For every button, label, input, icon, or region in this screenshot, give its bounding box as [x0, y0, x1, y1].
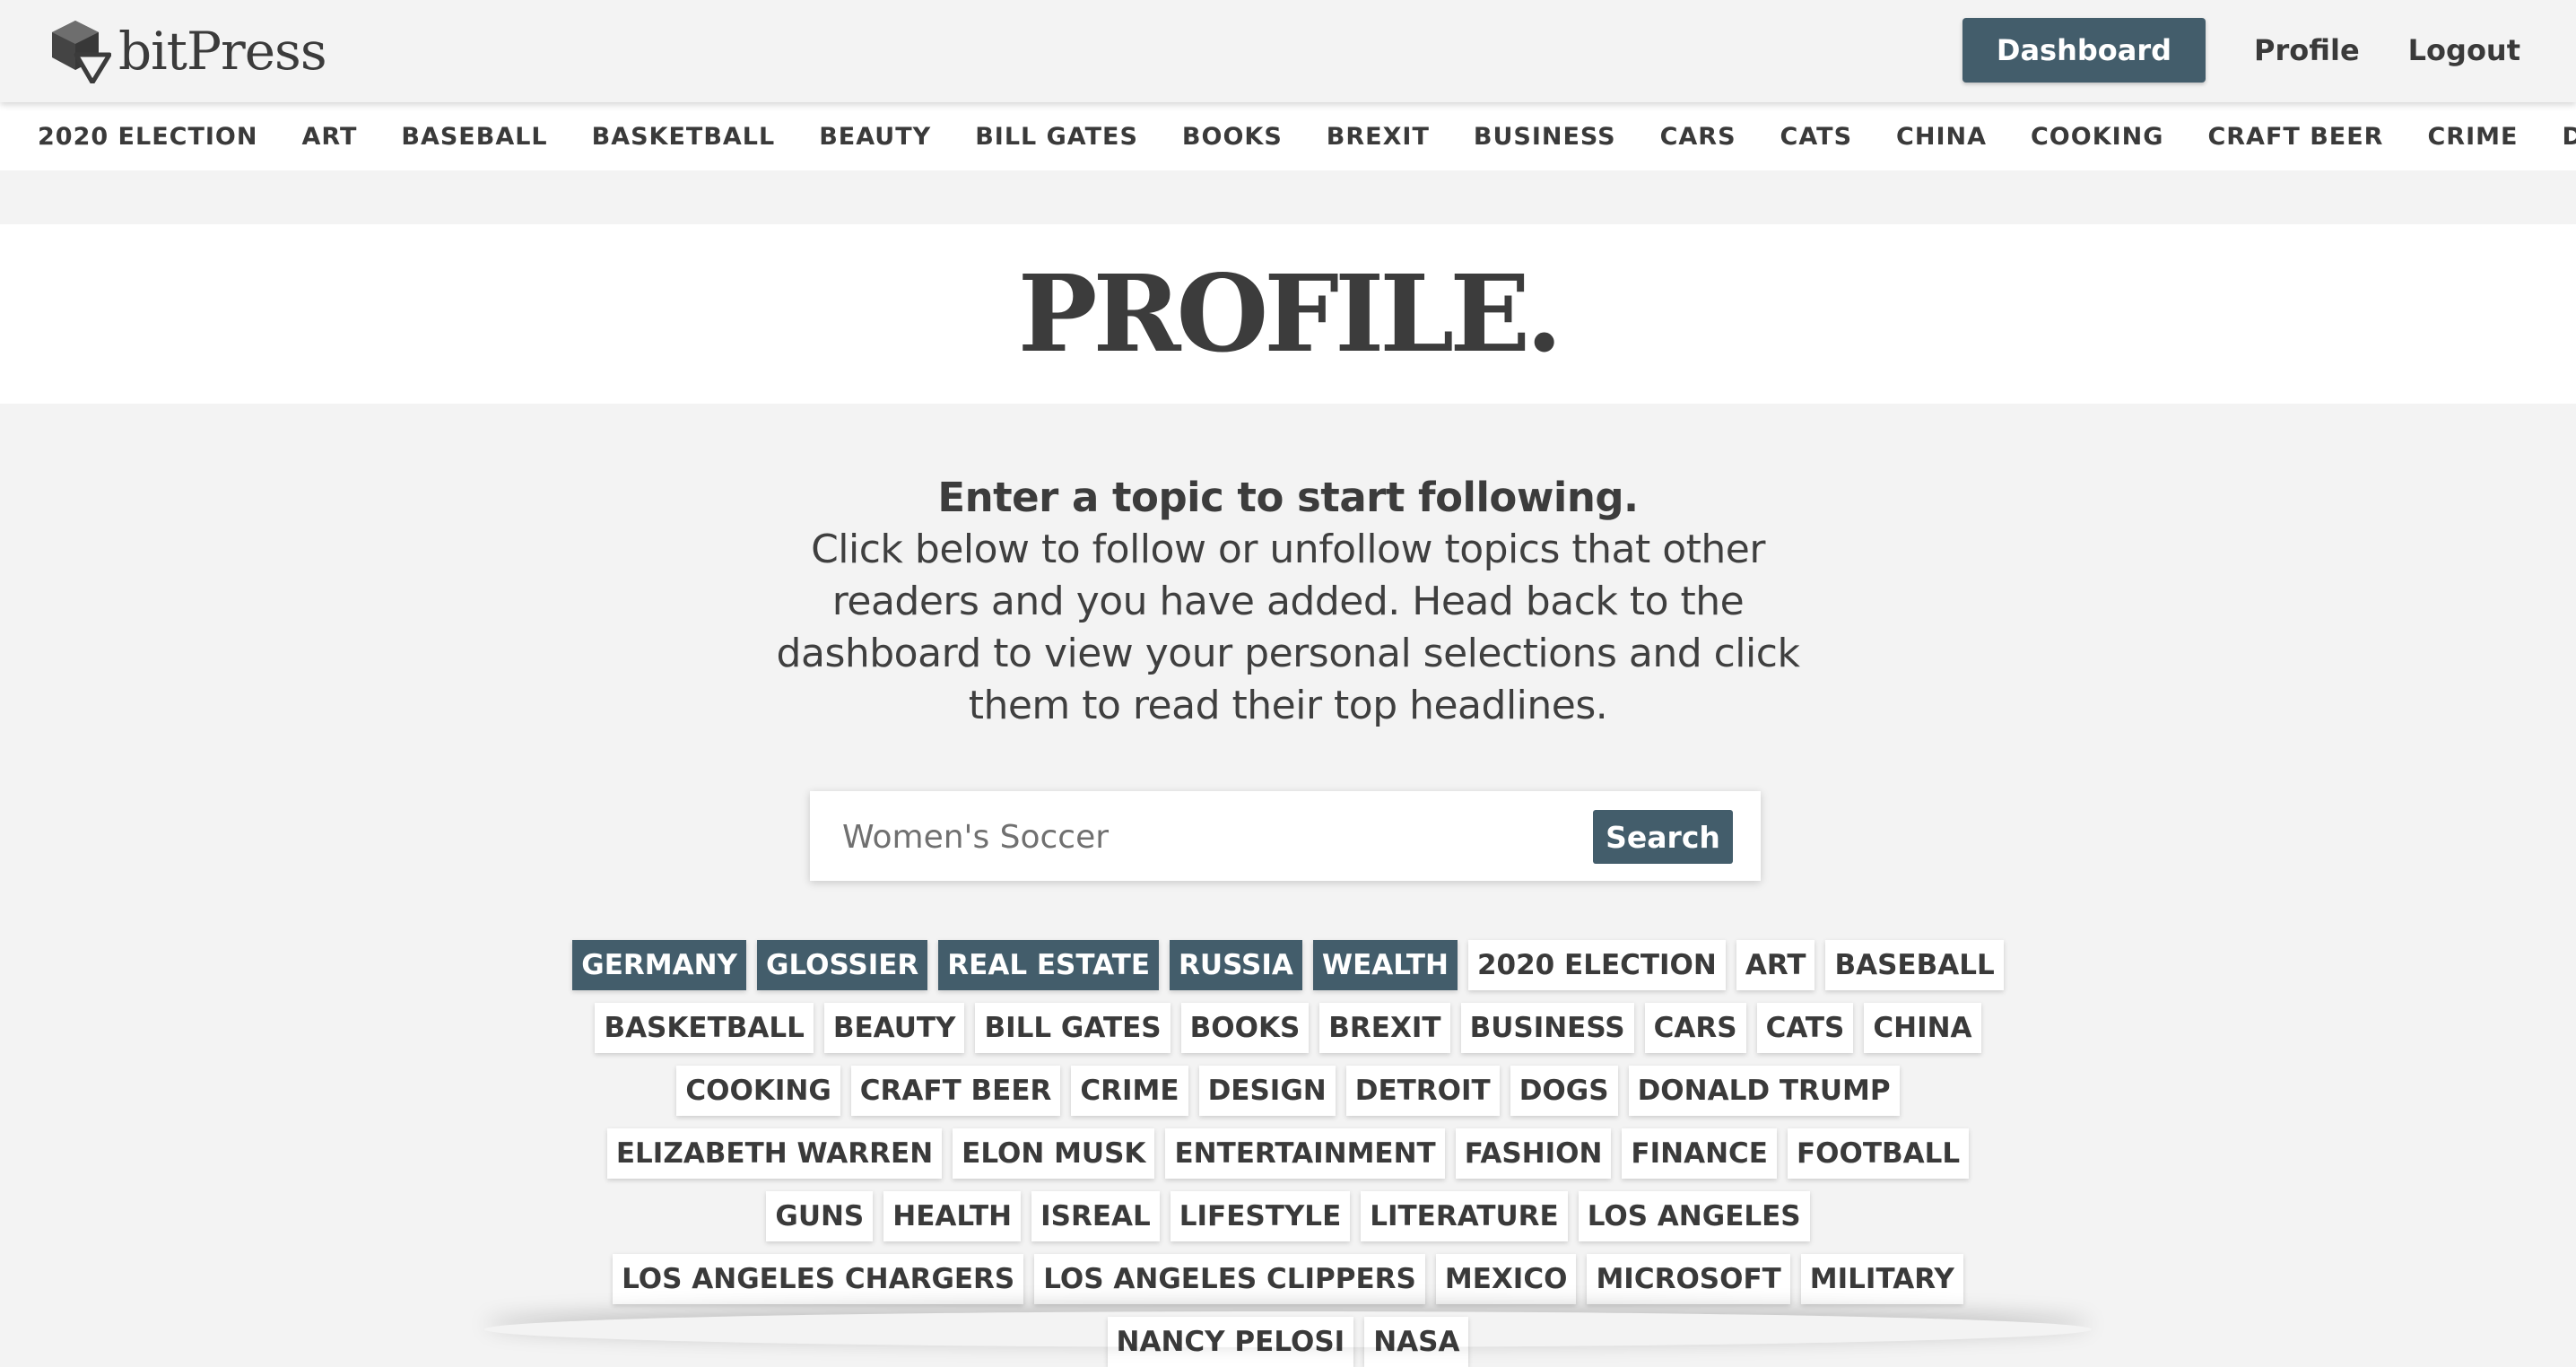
topic-tag[interactable]: CHINA [1864, 1003, 1981, 1053]
topic-nav-china[interactable]: CHINA [1896, 123, 1987, 151]
topic-nav-design[interactable]: DESIGN [2562, 123, 2576, 151]
topic-tag[interactable]: BUSINESS [1460, 1003, 1634, 1053]
topic-nav-beauty[interactable]: BEAUTY [819, 123, 931, 151]
topic-nav-basketball[interactable]: BASKETBALL [592, 123, 776, 151]
topic-tag[interactable]: ENTERTAINMENT [1165, 1128, 1445, 1179]
topic-tag[interactable]: ELIZABETH WARREN [606, 1128, 943, 1179]
topic-nav-bar: 2020 ELECTION ART BASEBALL BASKETBALL BEAUTY… [0, 102, 2576, 170]
topic-tag[interactable]: LOS ANGELES [1578, 1191, 1810, 1241]
topic-tag[interactable]: MEXICO [1435, 1254, 1577, 1304]
topic-nav-art[interactable]: ART [301, 123, 357, 151]
topic-tag[interactable]: BASEBALL [1825, 940, 2004, 990]
topic-tag[interactable]: ISREAL [1031, 1191, 1160, 1241]
topic-tag[interactable]: 2020 ELECTION [1467, 940, 1726, 990]
topic-tag[interactable]: LITERATURE [1361, 1191, 1568, 1241]
hexagon-triangle-logo-icon [52, 21, 111, 83]
topic-tag[interactable]: COOKING [676, 1066, 840, 1116]
topic-tag[interactable]: DETROIT [1345, 1066, 1500, 1116]
topic-nav-crime[interactable]: CRIME [2427, 123, 2518, 151]
profile-link[interactable]: Profile [2254, 33, 2360, 67]
topic-nav-books[interactable]: BOOKS [1182, 123, 1283, 151]
topic-tag[interactable]: FOOTBALL [1787, 1128, 1970, 1179]
brand-logo[interactable]: bitPress [47, 18, 327, 84]
topic-nav-business[interactable]: BUSINESS [1474, 123, 1616, 151]
topic-tag[interactable]: LOS ANGELES CHARGERS [613, 1254, 1024, 1304]
intro: Enter a topic to start following. Click … [750, 472, 1826, 732]
bottom-card-shadow [484, 1311, 2092, 1347]
topic-tag[interactable]: DONALD TRUMP [1628, 1066, 1900, 1116]
topic-tag[interactable]: BEAUTY [823, 1003, 965, 1053]
topic-tag[interactable]: HEALTH [883, 1191, 1022, 1241]
top-header: bitPress Dashboard Profile Logout [0, 0, 2576, 102]
topic-nav-2020-election[interactable]: 2020 ELECTION [38, 123, 257, 151]
followed-topic-tag[interactable]: WEALTH [1312, 940, 1458, 990]
logout-link[interactable]: Logout [2408, 33, 2520, 67]
topic-search-box: Search [810, 791, 1761, 881]
topic-nav-cats[interactable]: CATS [1780, 123, 1852, 151]
topic-tag[interactable]: DESIGN [1198, 1066, 1336, 1116]
topic-tag[interactable]: ART [1736, 940, 1815, 990]
topic-tag[interactable]: LIFESTYLE [1170, 1191, 1351, 1241]
topic-tag[interactable]: CRAFT BEER [850, 1066, 1061, 1116]
search-button[interactable]: Search [1593, 810, 1733, 864]
topic-tag[interactable]: MILITARY [1800, 1254, 1963, 1304]
topic-nav-list: 2020 ELECTION ART BASEBALL BASKETBALL BEAUTY… [0, 102, 2576, 170]
topic-tag[interactable]: BILL GATES [975, 1003, 1171, 1053]
topic-tag[interactable]: BOOKS [1180, 1003, 1310, 1053]
topic-tag[interactable]: LOS ANGELES CLIPPERS [1034, 1254, 1425, 1304]
topic-tag[interactable]: GUNS [766, 1191, 874, 1241]
topic-nav-bill-gates[interactable]: BILL GATES [975, 123, 1138, 151]
page-title: PROFILE. [1017, 251, 1563, 376]
topic-tag[interactable]: BREXIT [1319, 1003, 1450, 1053]
topic-tag[interactable]: CARS [1644, 1003, 1746, 1053]
followed-topic-tag[interactable]: RUSSIA [1170, 940, 1302, 990]
intro-body: Click below to follow or unfollow topics… [776, 527, 1800, 728]
topic-search-input[interactable] [840, 807, 1562, 866]
topic-tag[interactable]: FINANCE [1622, 1128, 1777, 1179]
topic-tag[interactable]: BASKETBALL [595, 1003, 814, 1053]
followed-topic-tag[interactable]: REAL ESTATE [938, 940, 1160, 990]
intro-heading: Enter a topic to start following. [937, 474, 1639, 521]
followed-topic-tag[interactable]: GERMANY [572, 940, 746, 990]
dashboard-button[interactable]: Dashboard [1962, 18, 2206, 83]
followed-topic-tag[interactable]: GLOSSIER [757, 940, 928, 990]
topic-tag[interactable]: CATS [1756, 1003, 1854, 1053]
topic-nav-cooking[interactable]: COOKING [2031, 123, 2163, 151]
topic-tag[interactable]: DOGS [1510, 1066, 1618, 1116]
topic-tag[interactable]: MICROSOFT [1587, 1254, 1790, 1304]
topic-tag[interactable]: CRIME [1071, 1066, 1188, 1116]
topic-nav-baseball[interactable]: BASEBALL [401, 123, 547, 151]
brand-name: bitPress [118, 21, 327, 82]
title-band: PROFILE. [0, 224, 2576, 404]
header-nav: Dashboard Profile Logout [1962, 18, 2520, 83]
topic-tag-cloud: GERMANY GLOSSIER REAL ESTATE RUSSIA WEALTH 20… [556, 940, 2020, 1367]
topic-nav-craft-beer[interactable]: CRAFT BEER [2207, 123, 2383, 151]
topic-tag[interactable]: ELON MUSK [953, 1128, 1155, 1179]
topic-nav-cars[interactable]: CARS [1660, 123, 1736, 151]
topic-nav-brexit[interactable]: BREXIT [1327, 123, 1430, 151]
topic-tag[interactable]: FASHION [1455, 1128, 1612, 1179]
